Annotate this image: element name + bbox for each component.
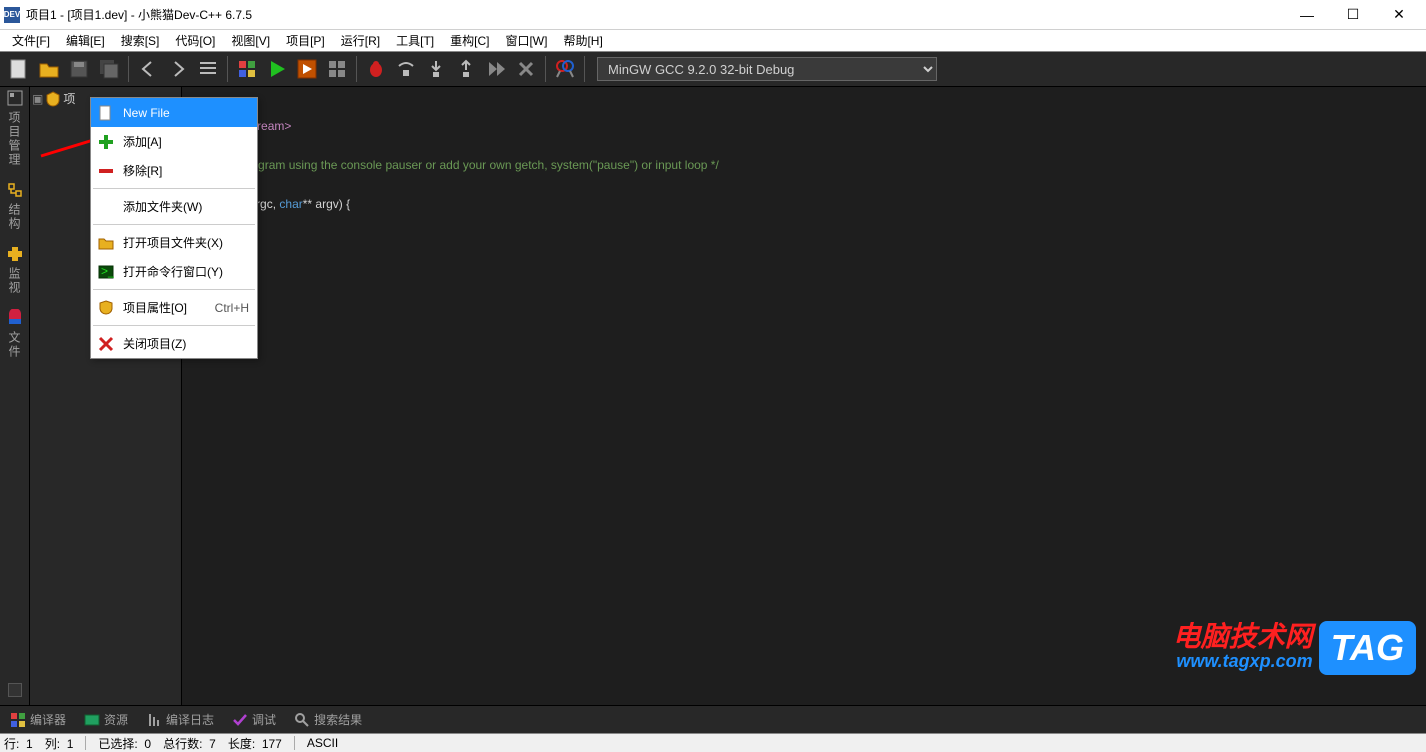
collapse-icon[interactable] bbox=[6, 681, 24, 699]
code-editor[interactable]: include <iostream> * run this program us… bbox=[182, 87, 1426, 235]
menu-search[interactable]: 搜索[S] bbox=[113, 30, 168, 51]
step-over-button[interactable] bbox=[392, 55, 420, 83]
tab-resources[interactable]: 资源 bbox=[80, 709, 132, 730]
context-properties[interactable]: 项目属性[O] Ctrl+H bbox=[91, 293, 257, 322]
debug-button[interactable] bbox=[362, 55, 390, 83]
list-button[interactable] bbox=[194, 55, 222, 83]
open-file-button[interactable] bbox=[35, 55, 63, 83]
rebuild-button[interactable] bbox=[323, 55, 351, 83]
project-tab-label[interactable]: 项目管理 bbox=[6, 111, 23, 167]
menu-tools[interactable]: 工具[T] bbox=[388, 30, 442, 51]
watermark-url: www.tagxp.com bbox=[1173, 651, 1313, 673]
files-tab-label[interactable]: 文件 bbox=[6, 331, 23, 359]
watermark-cn: 电脑技术网 bbox=[1173, 623, 1313, 651]
menu-edit[interactable]: 编辑[E] bbox=[58, 30, 113, 51]
maximize-button[interactable]: ☐ bbox=[1330, 0, 1376, 30]
watch-tab-label[interactable]: 监视 bbox=[6, 267, 23, 295]
menu-window[interactable]: 窗口[W] bbox=[497, 30, 555, 51]
step-out-button[interactable] bbox=[452, 55, 480, 83]
terminal-icon: >_ bbox=[97, 263, 115, 281]
menu-help[interactable]: 帮助[H] bbox=[555, 30, 610, 51]
context-menu: New File 添加[A] 移除[R] 添加文件夹(W) 打开项目文件夹(X)… bbox=[90, 97, 258, 359]
folder-icon bbox=[97, 234, 115, 252]
struct-tab-label[interactable]: 结构 bbox=[6, 203, 23, 231]
compiler-select[interactable]: MinGW GCC 9.2.0 32-bit Debug bbox=[597, 57, 937, 81]
tab-compile-log[interactable]: 编译日志 bbox=[142, 709, 218, 730]
menu-view[interactable]: 视图[V] bbox=[223, 30, 278, 51]
tree-expand-icon[interactable]: ▣ bbox=[32, 92, 43, 106]
context-separator bbox=[93, 325, 255, 326]
menu-bar: 文件[F] 编辑[E] 搜索[S] 代码[O] 视图[V] 项目[P] 运行[R… bbox=[0, 30, 1426, 52]
plus-icon bbox=[97, 133, 115, 151]
context-open-folder[interactable]: 打开项目文件夹(X) bbox=[91, 228, 257, 257]
close-x-icon bbox=[97, 335, 115, 353]
project-icon bbox=[45, 91, 61, 107]
window-title: 项目1 - [项目1.dev] - 小熊猫Dev-C++ 6.7.5 bbox=[26, 6, 1284, 23]
toolbar: MinGW GCC 9.2.0 32-bit Debug bbox=[0, 52, 1426, 87]
nav-forward-button[interactable] bbox=[164, 55, 192, 83]
status-col: 列: 1 bbox=[45, 735, 74, 752]
context-remove[interactable]: 移除[R] bbox=[91, 156, 257, 185]
minus-icon bbox=[97, 162, 115, 180]
editor-area[interactable]: include <iostream> * run this program us… bbox=[182, 87, 1426, 705]
left-sidebar: 项目管理 结构 监视 文件 bbox=[0, 87, 30, 705]
find-button[interactable] bbox=[551, 55, 579, 83]
context-open-terminal[interactable]: >_ 打开命令行窗口(Y) bbox=[91, 257, 257, 286]
resources-icon bbox=[84, 712, 100, 728]
run-button[interactable] bbox=[263, 55, 291, 83]
status-bar: 行: 1 列: 1 已选择: 0 总行数: 7 长度: 177 ASCII bbox=[0, 733, 1426, 752]
watermark: 电脑技术网 www.tagxp.com TAG bbox=[1173, 621, 1416, 675]
context-close-project[interactable]: 关闭项目(Z) bbox=[91, 329, 257, 358]
new-file-button[interactable] bbox=[5, 55, 33, 83]
watermark-tag: TAG bbox=[1319, 621, 1416, 675]
context-new-file[interactable]: New File bbox=[91, 98, 257, 127]
file-icon bbox=[97, 104, 115, 122]
save-all-button[interactable] bbox=[95, 55, 123, 83]
log-icon bbox=[146, 712, 162, 728]
tab-debug[interactable]: 调试 bbox=[228, 709, 280, 730]
title-bar: DEV 项目1 - [项目1.dev] - 小熊猫Dev-C++ 6.7.5 —… bbox=[0, 0, 1426, 30]
tab-search-results[interactable]: 搜索结果 bbox=[290, 709, 366, 730]
context-separator bbox=[93, 289, 255, 290]
status-line: 行: 1 bbox=[4, 735, 33, 752]
grid-button[interactable] bbox=[233, 55, 261, 83]
bottom-tabs: 编译器 资源 编译日志 调试 搜索结果 bbox=[0, 705, 1426, 733]
menu-code[interactable]: 代码[O] bbox=[167, 30, 223, 51]
close-button[interactable]: ✕ bbox=[1376, 0, 1422, 30]
status-total: 总行数: 7 bbox=[163, 735, 216, 752]
nav-back-button[interactable] bbox=[134, 55, 162, 83]
files-tab-icon[interactable] bbox=[6, 309, 24, 327]
context-separator bbox=[93, 224, 255, 225]
context-add-folder[interactable]: 添加文件夹(W) bbox=[91, 192, 257, 221]
svg-text:>_: >_ bbox=[101, 264, 114, 278]
tree-root-label: 项 bbox=[63, 90, 75, 107]
compiler-icon bbox=[10, 712, 26, 728]
tab-compiler[interactable]: 编译器 bbox=[6, 709, 70, 730]
check-icon bbox=[232, 712, 248, 728]
context-separator bbox=[93, 188, 255, 189]
watch-tab-icon[interactable] bbox=[6, 245, 24, 263]
status-selected: 已选择: 0 bbox=[98, 735, 151, 752]
minimize-button[interactable]: — bbox=[1284, 0, 1330, 30]
search-icon bbox=[294, 712, 310, 728]
step-into-button[interactable] bbox=[422, 55, 450, 83]
compile-run-button[interactable] bbox=[293, 55, 321, 83]
project-tab-icon[interactable] bbox=[6, 89, 24, 107]
stop-debug-button[interactable] bbox=[512, 55, 540, 83]
menu-file[interactable]: 文件[F] bbox=[4, 30, 58, 51]
app-icon: DEV bbox=[4, 7, 20, 23]
context-add[interactable]: 添加[A] bbox=[91, 127, 257, 156]
struct-tab-icon[interactable] bbox=[6, 181, 24, 199]
menu-project[interactable]: 项目[P] bbox=[278, 30, 333, 51]
save-button[interactable] bbox=[65, 55, 93, 83]
menu-refactor[interactable]: 重构[C] bbox=[442, 30, 497, 51]
status-length: 长度: 177 bbox=[228, 735, 282, 752]
shield-icon bbox=[97, 299, 115, 317]
menu-run[interactable]: 运行[R] bbox=[333, 30, 388, 51]
continue-button[interactable] bbox=[482, 55, 510, 83]
status-encoding: ASCII bbox=[307, 736, 338, 750]
